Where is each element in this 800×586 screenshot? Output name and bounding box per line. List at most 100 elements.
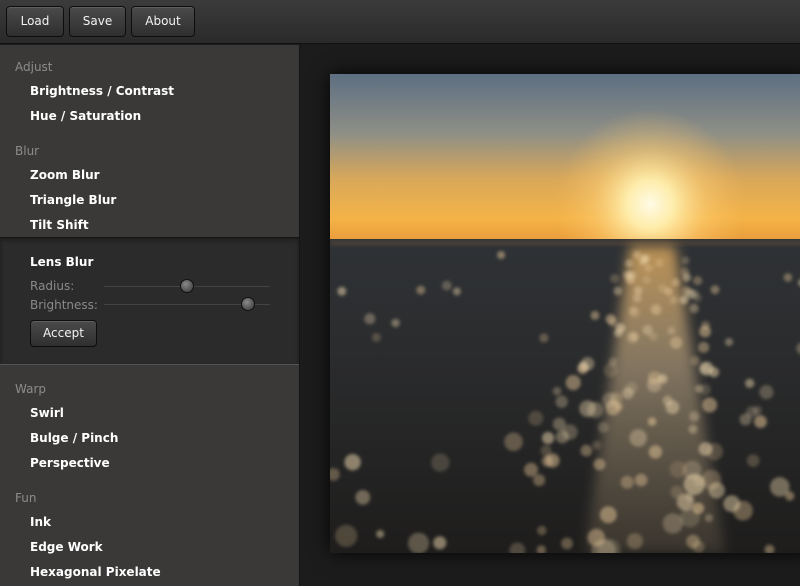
menu-item-zoom-blur[interactable]: Zoom Blur — [30, 168, 100, 182]
bokeh-highlight — [337, 286, 347, 296]
bokeh-highlight — [364, 313, 376, 325]
bokeh-highlight — [629, 429, 647, 447]
bokeh-highlight — [633, 250, 641, 259]
bokeh-highlight — [650, 304, 662, 315]
menu-item-bulge-pinch[interactable]: Bulge / Pinch — [30, 431, 118, 445]
canvas-area — [301, 45, 800, 586]
radius-slider[interactable] — [104, 279, 270, 293]
bokeh-highlight — [533, 474, 546, 487]
bokeh-highlight — [620, 475, 634, 489]
bokeh-highlight — [633, 286, 643, 295]
bokeh-highlight — [622, 387, 634, 399]
bokeh-highlight — [644, 263, 653, 273]
bokeh-highlight — [655, 258, 664, 267]
bokeh-highlight — [539, 333, 549, 343]
bokeh-highlight — [704, 513, 713, 523]
bokeh-highlight — [608, 357, 618, 367]
bokeh-highlight — [537, 525, 547, 536]
save-button[interactable]: Save — [69, 6, 126, 37]
bokeh-highlight — [590, 310, 600, 320]
bokeh-highlight — [702, 397, 718, 413]
bokeh-highlight — [561, 537, 573, 550]
menu-item-ink[interactable]: Ink — [30, 515, 51, 529]
bokeh-highlight — [545, 453, 560, 468]
bokeh-highlight — [371, 332, 381, 342]
bokeh-highlight — [705, 443, 724, 461]
bokeh-highlight — [597, 421, 609, 433]
section-label-warp: Warp — [15, 382, 47, 396]
bokeh-highlight — [783, 273, 793, 282]
bokeh-highlight — [599, 506, 617, 524]
bokeh-highlight — [785, 491, 795, 501]
lens-blur-panel: Lens Blur Radius: Brightness: Accept — [0, 237, 299, 365]
bokeh-highlight — [524, 462, 538, 477]
bokeh-highlight — [688, 424, 698, 434]
section-label-blur: Blur — [15, 144, 40, 158]
panel-title[interactable]: Lens Blur — [30, 255, 93, 269]
bokeh-highlight — [376, 529, 385, 539]
bokeh-highlight — [690, 356, 700, 366]
accept-button[interactable]: Accept — [30, 320, 97, 347]
bokeh-highlight — [609, 273, 620, 284]
bokeh-highlight — [723, 495, 741, 513]
blurred-sunset-photo — [330, 74, 800, 553]
bokeh-highlight — [681, 256, 690, 265]
bokeh-highlight — [555, 430, 569, 444]
radius-slider-thumb[interactable] — [180, 279, 194, 293]
menu-item-perspective[interactable]: Perspective — [30, 456, 110, 470]
bokeh-highlight — [754, 415, 767, 428]
menu-item-hexagonal-pixelate[interactable]: Hexagonal Pixelate — [30, 565, 161, 579]
bokeh-highlight — [669, 461, 687, 479]
section-label-adjust: Adjust — [15, 60, 53, 74]
bokeh-highlight — [642, 254, 651, 263]
bokeh-highlight — [355, 490, 371, 505]
bokeh-highlight — [504, 432, 523, 452]
bokeh-highlight — [626, 533, 643, 550]
section-label-fun: Fun — [15, 491, 37, 505]
menu-item-swirl[interactable]: Swirl — [30, 406, 64, 420]
bokeh-highlight — [335, 524, 358, 547]
bokeh-highlight — [671, 278, 680, 287]
bokeh-highlight — [615, 323, 626, 333]
bokeh-highlight — [648, 445, 663, 459]
menu-item-brightness-contrast[interactable]: Brightness / Contrast — [30, 84, 174, 98]
bokeh-highlight — [701, 469, 722, 490]
bokeh-highlight — [670, 336, 683, 349]
bokeh-highlight — [699, 361, 714, 376]
bokeh-highlight — [694, 384, 703, 393]
bokeh-highlight — [408, 532, 430, 553]
menu-item-tilt-shift[interactable]: Tilt Shift — [30, 218, 89, 232]
bokeh-highlight — [605, 314, 616, 325]
bokeh-highlight — [628, 306, 638, 316]
top-toolbar: Load Save About — [0, 0, 800, 44]
about-button[interactable]: About — [131, 6, 195, 37]
bokeh-highlight — [629, 332, 639, 341]
menu-item-hue-saturation[interactable]: Hue / Saturation — [30, 109, 141, 123]
load-button[interactable]: Load — [6, 6, 64, 37]
bokeh-highlight — [587, 528, 606, 547]
bokeh-highlight — [689, 289, 699, 299]
bokeh-highlight — [676, 493, 693, 511]
bokeh-highlight — [542, 431, 555, 445]
brightness-label: Brightness: — [30, 298, 98, 312]
bokeh-highlight — [745, 378, 755, 388]
filter-sidebar: Adjust Brightness / Contrast Hue / Satur… — [0, 45, 300, 586]
brightness-slider-thumb[interactable] — [241, 297, 256, 311]
bokeh-highlight — [565, 375, 581, 391]
bokeh-highlight — [552, 386, 562, 396]
menu-item-edge-work[interactable]: Edge Work — [30, 540, 103, 554]
image-preview[interactable] — [330, 74, 800, 553]
bokeh-highlight — [605, 400, 621, 416]
brightness-slider[interactable] — [104, 297, 270, 311]
bokeh-highlight — [710, 285, 720, 295]
bokeh-highlight — [391, 318, 400, 328]
bokeh-highlight — [632, 293, 642, 303]
menu-item-triangle-blur[interactable]: Triangle Blur — [30, 193, 116, 207]
bokeh-highlight — [692, 502, 705, 515]
bokeh-highlight — [698, 341, 710, 353]
radius-label: Radius: — [30, 279, 75, 293]
bokeh-highlight — [580, 357, 595, 371]
bokeh-highlight — [624, 259, 634, 268]
bokeh-highlight — [680, 267, 690, 277]
bokeh-highlight — [658, 284, 667, 293]
